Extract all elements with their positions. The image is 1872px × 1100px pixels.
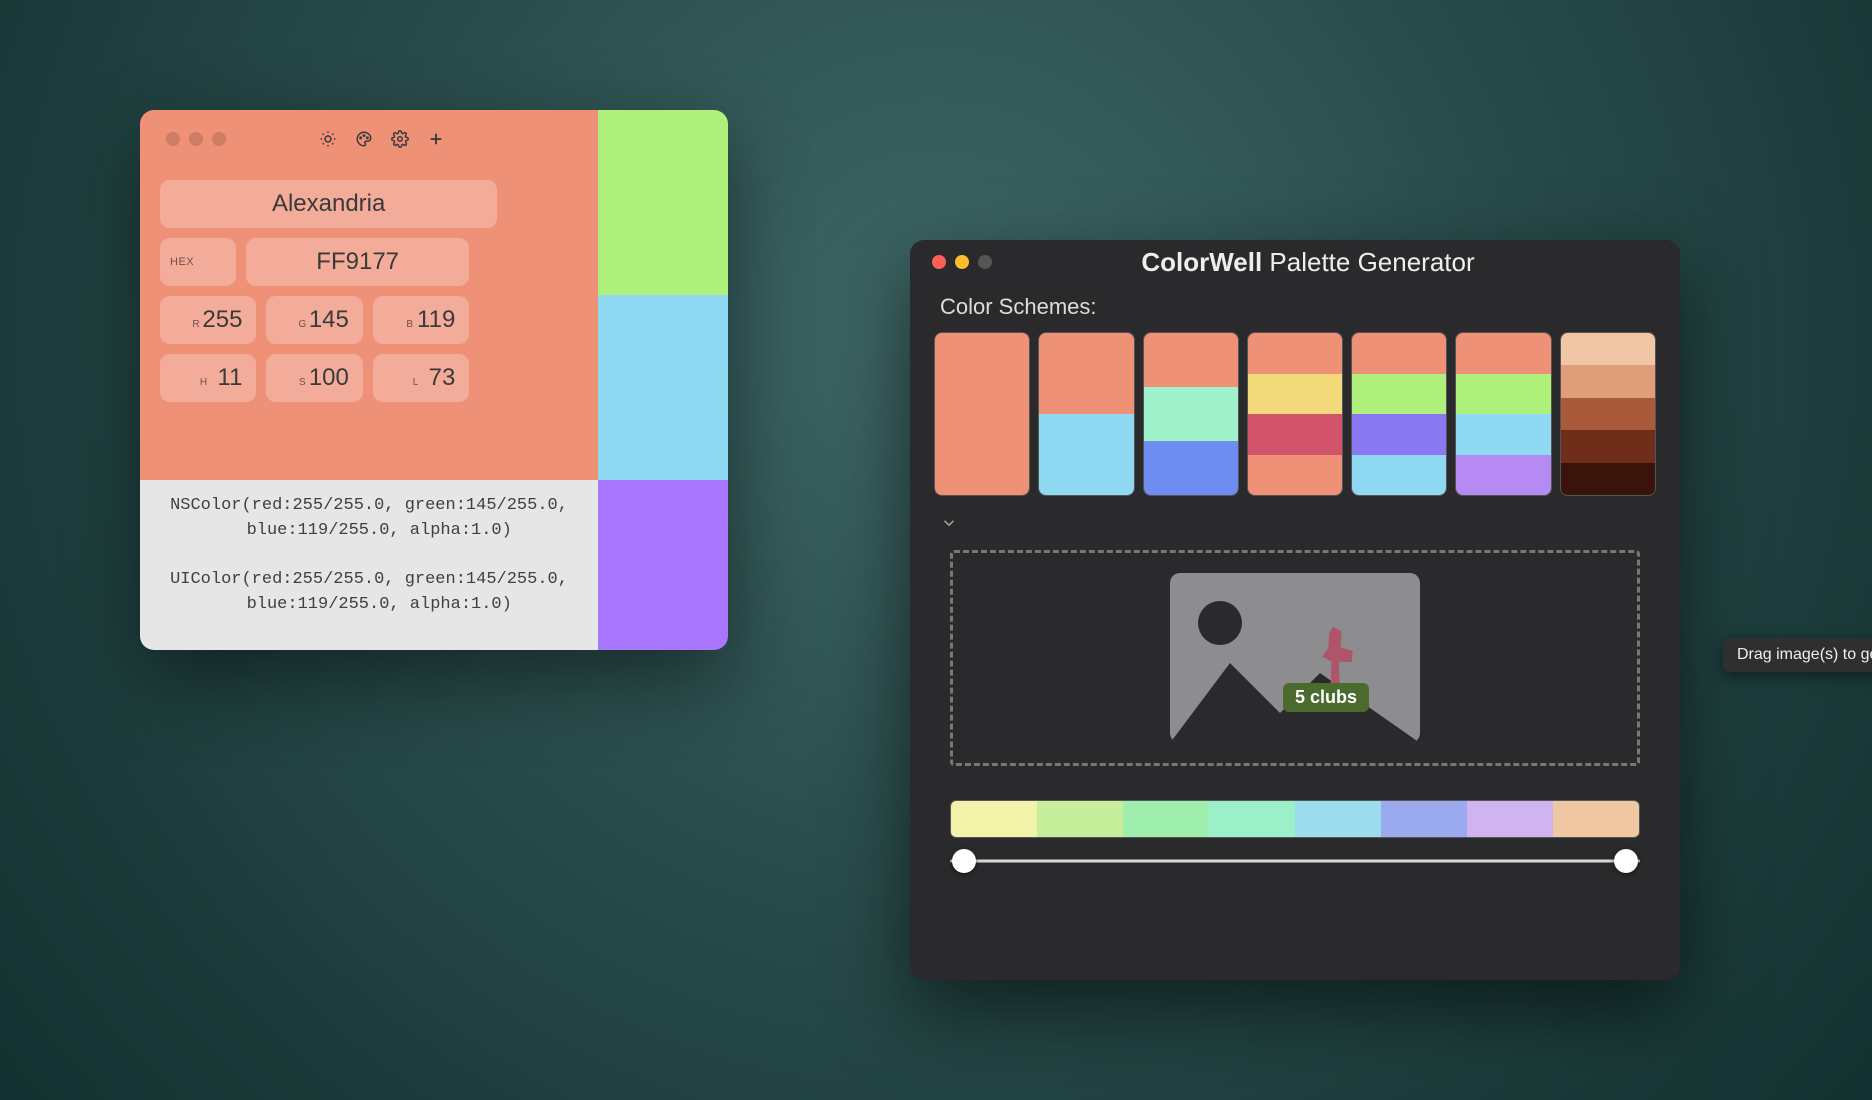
zoom-icon[interactable] bbox=[212, 132, 226, 146]
b-field[interactable]: B 119 bbox=[373, 296, 469, 344]
mountain-icon bbox=[1170, 633, 1420, 743]
scheme-5[interactable] bbox=[1351, 332, 1447, 496]
g-field[interactable]: G 145 bbox=[266, 296, 362, 344]
s-field[interactable]: S 100 bbox=[266, 354, 362, 402]
scheme-band bbox=[1144, 441, 1238, 495]
scheme-band bbox=[1352, 333, 1446, 374]
scheme-band bbox=[1561, 398, 1655, 430]
swatch-3[interactable] bbox=[598, 480, 728, 650]
palette-generator-window: ColorWell Palette Generator Color Scheme… bbox=[910, 240, 1680, 980]
scheme-band bbox=[1561, 430, 1655, 462]
l-label: L bbox=[395, 377, 437, 388]
palette-icon[interactable] bbox=[353, 128, 375, 150]
slider-knob-min[interactable] bbox=[952, 849, 976, 873]
picker-top: Alexandria HEX FF9177 R 255 G 145 B 119 bbox=[140, 110, 728, 480]
generator-title-rest: Palette Generator bbox=[1262, 247, 1474, 277]
scheme-band bbox=[1456, 333, 1550, 374]
plus-icon[interactable] bbox=[425, 128, 447, 150]
close-icon[interactable] bbox=[932, 255, 946, 269]
r-field[interactable]: R 255 bbox=[160, 296, 256, 344]
code-output[interactable]: NSColor(red:255/255.0, green:145/255.0, … bbox=[140, 480, 598, 650]
scheme-band bbox=[1352, 414, 1446, 455]
gradient-segment bbox=[1467, 801, 1553, 837]
brightness-icon[interactable] bbox=[317, 128, 339, 150]
hex-label: HEX bbox=[160, 238, 236, 286]
gradient-segment bbox=[951, 801, 1037, 837]
swatch-1[interactable] bbox=[598, 110, 728, 295]
slider-track bbox=[950, 860, 1640, 863]
scheme-band bbox=[935, 333, 1029, 495]
hex-field[interactable]: FF9177 bbox=[246, 238, 469, 286]
hsl-row: H 11 S 100 L 73 bbox=[160, 354, 469, 402]
range-slider[interactable] bbox=[950, 844, 1640, 878]
expand-toggle[interactable] bbox=[910, 508, 1680, 542]
scheme-4[interactable] bbox=[1247, 332, 1343, 496]
h-label: H bbox=[182, 377, 226, 388]
hex-row: HEX FF9177 bbox=[160, 238, 469, 286]
scheme-band bbox=[1248, 333, 1342, 374]
b-label: B bbox=[395, 319, 425, 330]
picker-bottom: NSColor(red:255/255.0, green:145/255.0, … bbox=[140, 480, 728, 650]
scheme-band bbox=[1039, 333, 1133, 414]
color-picker-window: Alexandria HEX FF9177 R 255 G 145 B 119 bbox=[140, 110, 728, 650]
generator-titlebar: ColorWell Palette Generator bbox=[910, 240, 1680, 284]
scheme-band bbox=[1561, 463, 1655, 495]
scheme-band bbox=[1039, 414, 1133, 495]
schemes-label: Color Schemes: bbox=[910, 284, 1680, 324]
picker-side-swatches bbox=[598, 110, 728, 480]
scheme-band bbox=[1248, 374, 1342, 415]
gradient-segment bbox=[1553, 801, 1639, 837]
scheme-band bbox=[1456, 455, 1550, 496]
picker-toolbar bbox=[317, 128, 497, 150]
image-placeholder-icon bbox=[1170, 573, 1420, 743]
gradient-preview[interactable] bbox=[950, 800, 1640, 838]
scheme-band bbox=[1144, 333, 1238, 387]
scheme-band bbox=[1144, 387, 1238, 441]
close-icon[interactable] bbox=[166, 132, 180, 146]
scheme-band bbox=[1248, 414, 1342, 455]
generator-title-bold: ColorWell bbox=[1141, 247, 1262, 277]
scheme-band bbox=[1352, 374, 1446, 415]
rgb-row: R 255 G 145 B 119 bbox=[160, 296, 469, 344]
scheme-1[interactable] bbox=[934, 332, 1030, 496]
traffic-lights bbox=[926, 255, 992, 269]
traffic-lights bbox=[160, 132, 226, 146]
s-label: S bbox=[288, 377, 316, 388]
color-name-field[interactable]: Alexandria bbox=[160, 180, 497, 228]
scheme-2[interactable] bbox=[1038, 332, 1134, 496]
swatch-2[interactable] bbox=[598, 295, 728, 480]
h-field[interactable]: H 11 bbox=[160, 354, 256, 402]
slider-knob-max[interactable] bbox=[1614, 849, 1638, 873]
scheme-band bbox=[1456, 414, 1550, 455]
gear-icon[interactable] bbox=[389, 128, 411, 150]
l-field[interactable]: L 73 bbox=[373, 354, 469, 402]
dropzone-tooltip: Drag image(s) to generate a color Palett… bbox=[1723, 638, 1872, 672]
scheme-6[interactable] bbox=[1455, 332, 1551, 496]
minimize-icon[interactable] bbox=[955, 255, 969, 269]
scheme-3[interactable] bbox=[1143, 332, 1239, 496]
r-label: R bbox=[182, 319, 210, 330]
scheme-band bbox=[1456, 374, 1550, 415]
chevron-down-icon bbox=[940, 514, 958, 532]
gradient-segment bbox=[1295, 801, 1381, 837]
picker-titlebar bbox=[160, 122, 578, 156]
picker-main-panel: Alexandria HEX FF9177 R 255 G 145 B 119 bbox=[140, 110, 598, 480]
scheme-7[interactable] bbox=[1560, 332, 1656, 496]
g-label: G bbox=[288, 319, 316, 330]
scheme-band bbox=[1352, 455, 1446, 496]
scheme-band bbox=[1561, 365, 1655, 397]
generator-title: ColorWell Palette Generator bbox=[1002, 247, 1664, 278]
gradient-segment bbox=[1037, 801, 1123, 837]
zoom-icon[interactable] bbox=[978, 255, 992, 269]
gradient-segment bbox=[1209, 801, 1295, 837]
schemes-row bbox=[910, 324, 1680, 508]
gradient-segment bbox=[1381, 801, 1467, 837]
scheme-band bbox=[1248, 455, 1342, 496]
minimize-icon[interactable] bbox=[189, 132, 203, 146]
scheme-band bbox=[1561, 333, 1655, 365]
gradient-segment bbox=[1123, 801, 1209, 837]
image-dropzone[interactable]: 5 clubs Drag image(s) to generate a colo… bbox=[950, 550, 1640, 766]
